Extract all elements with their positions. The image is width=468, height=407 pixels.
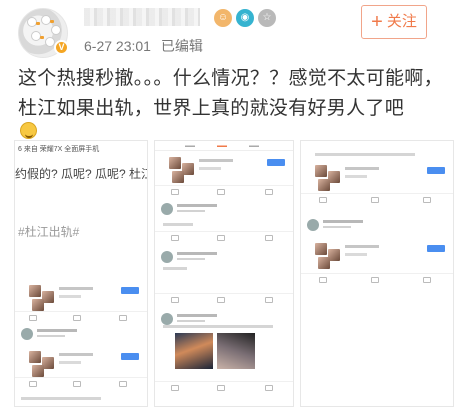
plus-icon: +	[371, 11, 383, 33]
username-redacted[interactable]	[84, 8, 200, 26]
action-row	[155, 381, 293, 393]
comment-user-row	[301, 217, 453, 239]
comment-user-row	[15, 326, 147, 348]
post-body-text: 这个热搜秒撤。。。什么情况？？感觉不太可能啊，杜江如果出轨，世界上真的就没有好男…	[18, 68, 443, 119]
gallery-image-3[interactable]	[300, 140, 454, 407]
timestamp-value: 6-27 23:01	[84, 38, 151, 54]
user-badge-icon[interactable]: ☺	[214, 9, 232, 27]
screenshot-device-caption: 6 来自 荣耀7X 全面屏手机	[18, 146, 100, 153]
follow-button[interactable]: + 关注	[361, 5, 427, 39]
screenshot-hashtag: #杜江出轨#	[18, 225, 80, 239]
follow-label: 关注	[386, 13, 417, 30]
edited-label: 已编辑	[160, 38, 203, 54]
gallery-image-2[interactable]: ▬▬ ▬▬ ▬▬	[154, 140, 294, 407]
level-badge-icon[interactable]: ☆	[258, 9, 276, 27]
comment-user-row	[155, 201, 293, 223]
image-gallery: 6 来自 荣耀7X 全面屏手机 约假的? 瓜呢? 瓜呢? 杜江和 #杜江出轨# …	[14, 140, 454, 407]
embedded-photo	[175, 333, 213, 369]
action-row	[15, 311, 147, 323]
comment-user-row	[155, 311, 293, 333]
post-timestamp: 6-27 23:01 已编辑	[84, 36, 203, 56]
verified-badge-icon: V	[54, 40, 69, 55]
post-header: V ☺ ◉ ☆ 6-27 23:01 已编辑 + 关注	[0, 0, 468, 60]
action-row	[15, 377, 147, 389]
action-row	[301, 193, 453, 205]
laughing-emoji-icon	[20, 122, 37, 139]
gallery-image-1[interactable]: 6 来自 荣耀7X 全面屏手机 约假的? 瓜呢? 瓜呢? 杜江和 #杜江出轨#	[14, 140, 148, 407]
camera-badge-icon[interactable]: ◉	[236, 9, 254, 27]
screenshot-tabbar: ▬▬ ▬▬ ▬▬	[155, 141, 293, 151]
embedded-photo	[217, 333, 255, 369]
action-row	[155, 185, 293, 197]
action-row	[155, 293, 293, 305]
action-row	[155, 231, 293, 243]
screenshot-headline: 约假的? 瓜呢? 瓜呢? 杜江和	[15, 167, 147, 181]
action-row	[301, 273, 453, 285]
